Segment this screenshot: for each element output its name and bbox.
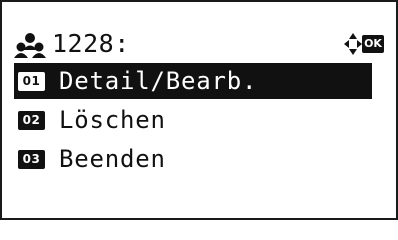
menu-item-label: Beenden (59, 145, 166, 173)
menu-item-exit[interactable]: 03 Beenden (14, 141, 372, 177)
menu-item-delete[interactable]: 02 Löschen (14, 102, 372, 138)
menu-list: 01 Detail/Bearb. 02 Löschen 03 Beenden (14, 63, 372, 180)
menu-item-label: Detail/Bearb. (59, 67, 258, 95)
item-number-badge: 01 (18, 71, 45, 91)
ok-button[interactable]: OK (362, 35, 384, 53)
users-icon (14, 32, 46, 63)
lcd-screen: 1228: OK 01 Detail/Bearb. 02 Löschen 03 … (0, 0, 398, 220)
item-number-badge: 02 (18, 110, 45, 130)
menu-item-detail-edit[interactable]: 01 Detail/Bearb. (14, 63, 372, 99)
screen-header: 1228: OK (14, 28, 384, 62)
menu-item-label: Löschen (59, 106, 166, 134)
user-id-title: 1228: (52, 29, 130, 58)
four-way-arrows-icon (344, 31, 362, 62)
item-number-badge: 03 (18, 149, 45, 169)
